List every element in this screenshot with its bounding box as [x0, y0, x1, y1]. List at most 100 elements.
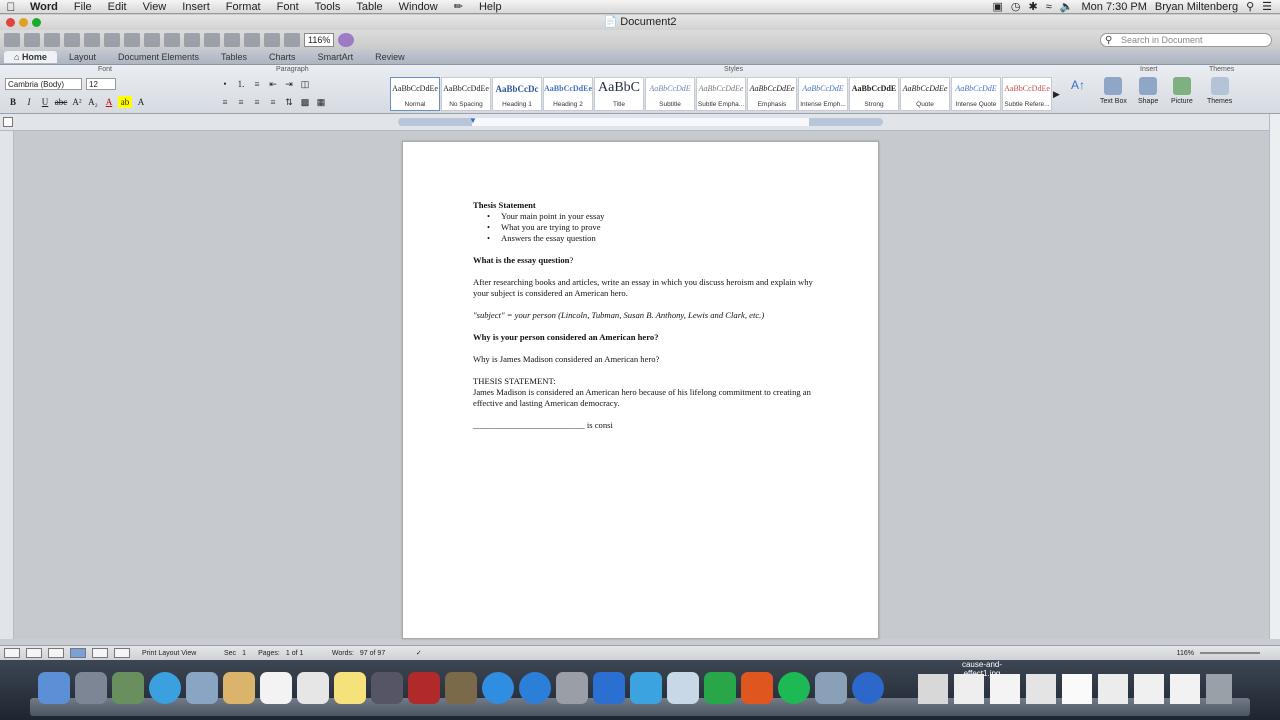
font-color-button[interactable]: A — [102, 96, 116, 108]
line-spacing-icon[interactable]: ⇅ — [282, 96, 296, 108]
bluetooth-icon[interactable]: ✱ — [1029, 0, 1038, 13]
borders-icon[interactable]: ▦ — [314, 96, 328, 108]
photo-booth-icon[interactable] — [408, 672, 440, 704]
app-store-icon[interactable] — [519, 672, 551, 704]
templates-icon[interactable] — [24, 33, 40, 47]
preview-icon[interactable] — [815, 672, 847, 704]
document-thumbnail[interactable] — [1062, 674, 1092, 704]
style-heading-1[interactable]: AaBbCcDc Heading 1 — [492, 77, 542, 111]
notes-icon[interactable] — [334, 672, 366, 704]
tab-layout[interactable]: Layout — [59, 51, 106, 63]
volume-icon[interactable]: 🔈 — [1060, 0, 1074, 13]
spotify-icon[interactable] — [778, 672, 810, 704]
style-emphasis[interactable]: AaBbCcDdEe Emphasis — [747, 77, 797, 111]
document-thumbnail[interactable] — [1026, 674, 1056, 704]
document-thumbnail[interactable] — [954, 674, 984, 704]
reminders-icon[interactable] — [297, 672, 329, 704]
menu-font[interactable]: Font — [269, 1, 307, 13]
publishing-view-button[interactable] — [48, 648, 64, 658]
superscript-button[interactable]: A² — [70, 96, 84, 108]
system-preferences-icon[interactable] — [556, 672, 588, 704]
styles-next-icon[interactable]: ▶ — [1053, 89, 1060, 100]
style-subtle-reference[interactable]: AaBbCcDdEe Subtle Refere... — [1002, 77, 1052, 111]
close-window-button[interactable] — [6, 18, 15, 27]
subscript-button[interactable]: A₂ — [86, 96, 100, 108]
print-layout-view-button[interactable] — [70, 648, 86, 658]
shading-icon[interactable]: ▩ — [298, 96, 312, 108]
themes-button[interactable]: Themes — [1207, 77, 1232, 105]
save-icon[interactable] — [64, 33, 80, 47]
notebook-view-button[interactable] — [92, 648, 108, 658]
paste-icon[interactable] — [144, 33, 160, 47]
sidebar-icon[interactable] — [244, 33, 260, 47]
style-strong[interactable]: AaBbCcDdE Strong — [849, 77, 899, 111]
media-browser-icon[interactable] — [284, 33, 300, 47]
clock[interactable]: Mon 7:30 PM — [1081, 1, 1146, 13]
style-subtitle[interactable]: AaBbCcDdE Subtitle — [645, 77, 695, 111]
insert-picture[interactable]: Picture — [1171, 77, 1193, 105]
style-normal[interactable]: AaBbCcDdEe Normal — [390, 77, 440, 111]
finder-icon[interactable] — [38, 672, 70, 704]
itunes-icon[interactable] — [482, 672, 514, 704]
contacts-icon[interactable] — [223, 672, 255, 704]
print-icon[interactable] — [84, 33, 100, 47]
draft-view-button[interactable] — [4, 648, 20, 658]
word-icon[interactable] — [593, 672, 625, 704]
script-icon[interactable]: ✏ — [446, 0, 471, 13]
italic-button[interactable]: I — [22, 96, 36, 108]
mail-icon[interactable] — [186, 672, 218, 704]
trash-icon[interactable] — [1206, 674, 1232, 704]
document-body[interactable]: Thesis Statement Your main point in your… — [473, 200, 813, 431]
menu-view[interactable]: View — [135, 1, 175, 13]
outline-view-button[interactable] — [26, 648, 42, 658]
strikethrough-button[interactable]: abc — [54, 96, 68, 108]
search-input[interactable]: ⚲ Search in Document — [1100, 33, 1272, 47]
display-icon[interactable]: ▣ — [993, 0, 1003, 13]
menu-help[interactable]: Help — [471, 1, 510, 13]
itunes-connect-icon[interactable] — [667, 672, 699, 704]
minimize-window-button[interactable] — [19, 18, 28, 27]
decrease-indent-icon[interactable]: ⇤ — [266, 78, 280, 90]
horizontal-ruler[interactable]: ▼ — [0, 114, 1280, 131]
font-name-select[interactable]: Cambria (Body) — [5, 78, 82, 90]
menu-insert[interactable]: Insert — [174, 1, 218, 13]
notification-icon[interactable]: ☰ — [1262, 0, 1272, 13]
tab-home[interactable]: ⌂ Home — [4, 51, 57, 63]
toolbox-icon[interactable] — [264, 33, 280, 47]
open-icon[interactable] — [44, 33, 60, 47]
powerpoint-icon[interactable] — [741, 672, 773, 704]
app-icon[interactable] — [630, 672, 662, 704]
style-heading-2[interactable]: AaBbCcDdEe Heading 2 — [543, 77, 593, 111]
launchpad-icon[interactable] — [75, 672, 107, 704]
multilevel-icon[interactable]: ≡ — [250, 78, 264, 90]
bold-button[interactable]: B — [6, 96, 20, 108]
document-thumbnail[interactable] — [1170, 674, 1200, 704]
tab-review[interactable]: Review — [365, 51, 415, 63]
highlight-button[interactable]: ab — [118, 96, 132, 108]
columns-icon[interactable]: ◫ — [298, 78, 312, 90]
tab-stop-selector[interactable] — [3, 117, 13, 127]
copy-icon[interactable] — [124, 33, 140, 47]
increase-indent-icon[interactable]: ⇥ — [282, 78, 296, 90]
iphoto-icon[interactable] — [445, 672, 477, 704]
excel-icon[interactable] — [704, 672, 736, 704]
mission-control-icon[interactable] — [112, 672, 144, 704]
menu-window[interactable]: Window — [391, 1, 446, 13]
style-subtle-emphasis[interactable]: AaBbCcDdEe Subtle Empha... — [696, 77, 746, 111]
vertical-scrollbar[interactable] — [1269, 114, 1280, 639]
menu-app[interactable]: Word — [22, 1, 66, 13]
justify-icon[interactable]: ≡ — [266, 96, 280, 108]
indent-marker-icon[interactable]: ▼ — [469, 116, 477, 125]
document-thumbnail[interactable] — [1098, 674, 1128, 704]
redo-icon[interactable] — [204, 33, 220, 47]
style-title[interactable]: AaBbC Title — [594, 77, 644, 111]
font-size-select[interactable]: 12 — [86, 78, 116, 90]
show-paragraph-icon[interactable] — [224, 33, 240, 47]
align-left-icon[interactable]: ≡ — [218, 96, 232, 108]
quicktime-icon[interactable] — [852, 672, 884, 704]
new-document-icon[interactable] — [4, 33, 20, 47]
bullets-icon[interactable]: • — [218, 78, 232, 90]
tab-tables[interactable]: Tables — [211, 51, 257, 63]
style-quote[interactable]: AaBbCcDdEe Quote — [900, 77, 950, 111]
text-effects-button[interactable]: A — [134, 96, 148, 108]
